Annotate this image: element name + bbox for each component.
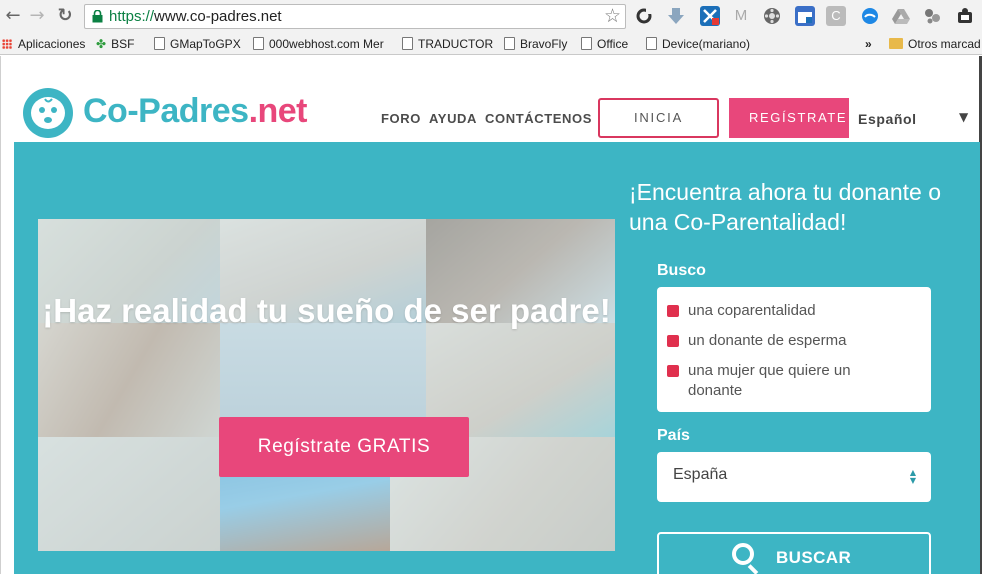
lock-icon: [92, 10, 103, 23]
photo-tile: [38, 323, 220, 437]
login-button[interactable]: INICIA: [598, 98, 719, 138]
search-button-label: BUSCAR: [776, 548, 852, 567]
bookmark-star-icon[interactable]: ☆: [604, 5, 621, 27]
menu-extension-icon[interactable]: [955, 6, 975, 26]
busco-options-box: una coparentalidad un donante de esperma…: [657, 287, 931, 412]
download-extension-icon[interactable]: [666, 6, 686, 26]
option-checkbox[interactable]: [667, 305, 679, 317]
reload-icon[interactable]: ↻: [54, 5, 76, 27]
nav-ayuda[interactable]: AYUDA: [429, 111, 477, 126]
language-select[interactable]: Español: [858, 111, 917, 127]
folder-icon: [889, 38, 903, 49]
bookmark-traductor[interactable]: TRADUCTOR: [402, 36, 493, 52]
address-bar[interactable]: https://www.co-padres.net ☆: [84, 4, 626, 29]
page-icon: [154, 37, 165, 50]
bookmark-gmaptogpx[interactable]: GMapToGPX: [154, 36, 241, 52]
browser-toolbar: ← → ↻ https://www.co-padres.net ☆ M C: [0, 0, 982, 33]
bookmark-apps[interactable]: Aplicaciones: [2, 36, 85, 52]
bookmark-office[interactable]: Office: [581, 36, 628, 52]
translate-extension-icon[interactable]: [700, 6, 720, 26]
option-coparentalidad[interactable]: una coparentalidad: [667, 301, 893, 321]
bookmark-bsf[interactable]: ✤ BSF: [96, 36, 134, 52]
bookmarks-bar: Aplicaciones ✤ BSF GMapToGPX 000webhost.c…: [0, 33, 982, 55]
logo-icon[interactable]: [23, 88, 73, 138]
option-label: una coparentalidad: [688, 302, 816, 319]
web-page: Co-Padres.net FORO AYUDA CONTÁCTENOS INI…: [0, 56, 982, 580]
clover-icon: ✤: [96, 37, 107, 51]
option-checkbox[interactable]: [667, 365, 679, 377]
nav-foro[interactable]: FORO: [381, 111, 421, 126]
page-icon: [253, 37, 264, 50]
back-icon[interactable]: ←: [2, 5, 24, 27]
page-icon: [646, 37, 657, 50]
busco-label: Busco: [657, 262, 706, 279]
option-label: un donante de esperma: [688, 332, 847, 349]
search-icon: [732, 543, 754, 565]
other-bookmarks-folder[interactable]: Otros marcad: [889, 36, 981, 52]
c-extension-icon[interactable]: C: [826, 6, 846, 26]
gmail-icon[interactable]: M: [731, 6, 751, 26]
film-extension-icon[interactable]: [762, 6, 782, 26]
nav-contactenos[interactable]: CONTÁCTENOS: [485, 111, 592, 126]
option-checkbox[interactable]: [667, 335, 679, 347]
bookmarks-overflow-button[interactable]: »: [865, 36, 872, 52]
cloud-extension-icon[interactable]: [860, 6, 880, 26]
apps-icon: [2, 39, 12, 49]
option-label: una mujer que quiere un donante: [688, 362, 851, 399]
chevron-down-icon[interactable]: ▼: [959, 110, 968, 124]
search-title: ¡Encuentra ahora tu donante o una Co-Par…: [629, 179, 942, 235]
logo-text[interactable]: Co-Padres.net: [83, 92, 308, 131]
page-icon: [581, 37, 592, 50]
register-free-button[interactable]: Regístrate GRATIS: [219, 417, 469, 477]
page-icon: [504, 37, 515, 50]
forward-icon[interactable]: →: [26, 5, 48, 27]
url-text: https://www.co-padres.net: [109, 8, 282, 25]
register-button[interactable]: REGÍSTRATE: [729, 98, 849, 138]
pais-label: País: [657, 427, 690, 444]
page-icon: [402, 37, 413, 50]
option-donante-esperma[interactable]: un donante de esperma: [667, 331, 893, 351]
country-select[interactable]: España ▲ ▼: [657, 452, 931, 502]
hero-title: ¡Haz realidad tu sueño de ser padre!: [42, 292, 611, 329]
bookmark-000webhost[interactable]: 000webhost.com Mer: [253, 36, 390, 52]
sort-arrows-icon: ▲ ▼: [909, 468, 916, 485]
search-button[interactable]: BUSCAR: [657, 532, 931, 580]
hero-section: ¡Haz realidad tu sueño de ser padre! Reg…: [14, 142, 980, 580]
option-mujer-donante[interactable]: una mujer que quiere un donante: [667, 361, 893, 401]
bookmark-bravofly[interactable]: BravoFly: [504, 36, 567, 52]
calendar-extension-icon[interactable]: [795, 6, 815, 26]
baby-photo-collage: ¡Haz realidad tu sueño de ser padre! Reg…: [38, 219, 615, 551]
puzzle-extension-icon[interactable]: [922, 6, 942, 26]
sync-extension-icon[interactable]: [634, 6, 654, 26]
drive-extension-icon[interactable]: [891, 6, 911, 26]
photo-tile: [38, 437, 220, 551]
country-value: España: [673, 466, 728, 483]
bookmark-device-mariano[interactable]: Device(mariano): [646, 36, 750, 52]
